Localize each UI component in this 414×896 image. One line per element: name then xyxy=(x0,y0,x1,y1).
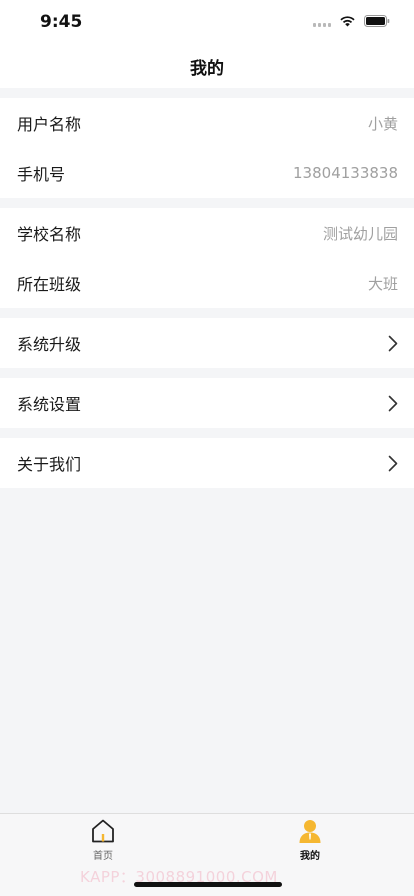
row-label: 手机号 xyxy=(17,165,66,184)
signal-icon xyxy=(313,15,331,27)
row-value: 小黄 xyxy=(367,114,398,133)
row-about-us[interactable]: 关于我们 xyxy=(0,438,414,488)
row-label: 学校名称 xyxy=(17,225,82,244)
nav-bar: 我的 xyxy=(0,44,414,88)
page-title: 我的 xyxy=(190,58,224,79)
row-label: 系统设置 xyxy=(17,395,82,414)
system-upgrade-group: 系统升级 xyxy=(0,318,414,368)
status-bar: 9:45 xyxy=(0,0,414,44)
chevron-right-icon xyxy=(388,455,398,472)
user-info-group: 用户名称 小黄 手机号 13804133838 xyxy=(0,98,414,198)
tab-home[interactable]: 首页 xyxy=(73,818,133,866)
home-indicator xyxy=(134,882,282,887)
row-label: 关于我们 xyxy=(17,455,82,474)
row-system-upgrade[interactable]: 系统升级 xyxy=(0,318,414,368)
row-label: 用户名称 xyxy=(17,115,82,134)
row-system-settings[interactable]: 系统设置 xyxy=(0,378,414,428)
row-school-name: 学校名称 测试幼儿园 xyxy=(0,208,414,258)
row-value: 大班 xyxy=(367,274,398,293)
chevron-right-icon xyxy=(388,335,398,352)
row-user-name: 用户名称 小黄 xyxy=(0,98,414,148)
house-icon xyxy=(90,818,116,844)
system-settings-group: 系统设置 xyxy=(0,378,414,428)
row-value: 测试幼儿园 xyxy=(322,224,398,243)
row-phone: 手机号 13804133838 xyxy=(0,148,414,198)
row-label: 系统升级 xyxy=(17,335,82,354)
tab-home-label: 首页 xyxy=(93,851,113,862)
row-label: 所在班级 xyxy=(17,275,82,294)
tab-mine-label: 我的 xyxy=(300,851,320,862)
status-icons xyxy=(313,15,390,27)
tab-mine[interactable]: 我的 xyxy=(280,818,340,866)
screen: 9:45 我的 用户名称 小黄 手机号 13804133838 学校名称 测试幼… xyxy=(0,0,414,896)
school-info-group: 学校名称 测试幼儿园 所在班级 大班 xyxy=(0,208,414,308)
about-group: 关于我们 xyxy=(0,438,414,488)
person-icon xyxy=(297,818,323,844)
status-time: 9:45 xyxy=(40,12,83,32)
row-value: 13804133838 xyxy=(293,164,398,182)
battery-icon xyxy=(364,15,390,27)
chevron-right-icon xyxy=(388,395,398,412)
wifi-icon xyxy=(339,15,356,27)
row-class: 所在班级 大班 xyxy=(0,258,414,308)
